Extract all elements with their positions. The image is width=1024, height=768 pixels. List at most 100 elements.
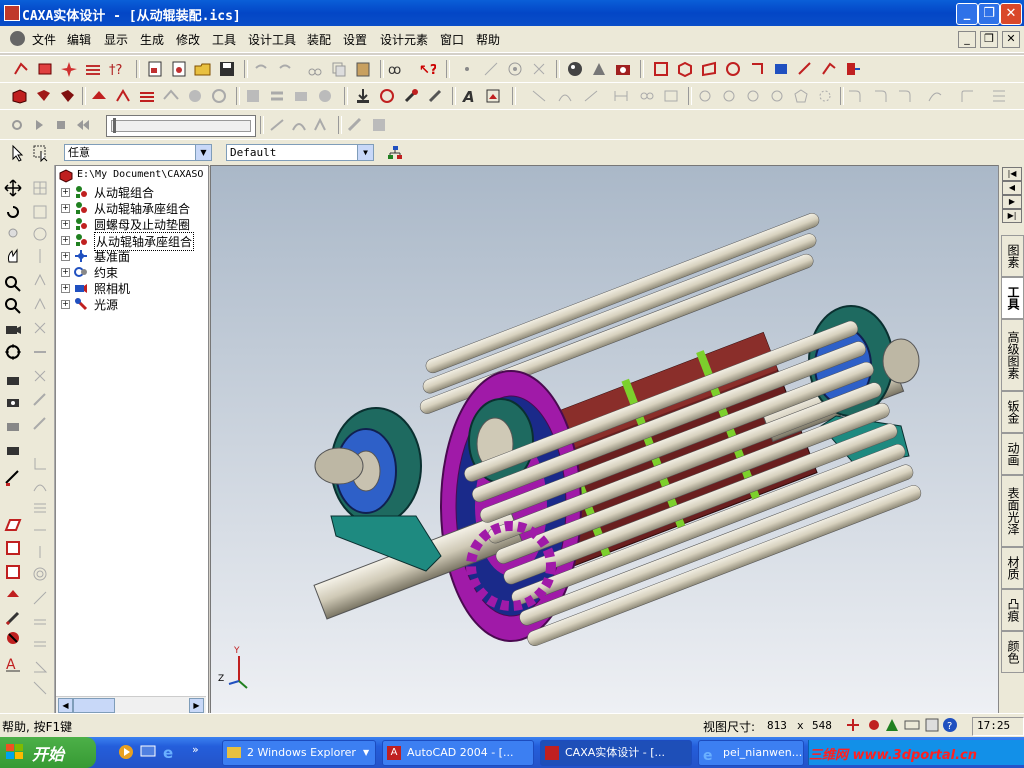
scroll-right-icon[interactable]: ▶ [189, 698, 204, 713]
menu-tools[interactable]: 工具 [212, 31, 236, 48]
anim-curve-icon[interactable] [290, 116, 308, 134]
cursor-mode-icon[interactable] [845, 717, 861, 733]
anim-key-icon[interactable] [312, 116, 330, 134]
pan-view-icon[interactable] [748, 60, 766, 78]
layers-icon[interactable] [84, 60, 102, 78]
zoom-icon[interactable] [4, 275, 22, 293]
help-icon[interactable]: ? [942, 717, 958, 733]
cross-tool-icon[interactable] [31, 319, 49, 337]
tree-branch-icon[interactable] [31, 295, 49, 313]
camera-icon[interactable] [614, 60, 632, 78]
document-icon[interactable] [10, 31, 25, 46]
text-tool-icon[interactable]: A [460, 87, 478, 105]
restore-button[interactable]: ❐ [978, 3, 1000, 25]
sketch-pencil-icon[interactable] [4, 609, 22, 627]
camera-orbit-icon[interactable] [4, 393, 22, 411]
anim-path-icon[interactable] [268, 116, 286, 134]
circle-outline-icon[interactable] [31, 225, 49, 243]
animation-slider[interactable] [106, 115, 256, 137]
tab-animation[interactable]: 动画 [1001, 433, 1024, 475]
snap-icon[interactable] [866, 717, 882, 733]
loft-icon[interactable] [90, 87, 108, 105]
angle-measure-icon[interactable] [31, 657, 49, 675]
slash-icon[interactable] [31, 589, 49, 607]
angle-icon[interactable] [31, 415, 49, 433]
selection-filter-combo[interactable]: 任意 ▼ [64, 144, 212, 161]
tree-item[interactable]: + 光源 [56, 296, 206, 312]
mdi-minimize-button[interactable]: _ [958, 31, 976, 48]
task-caxa[interactable]: CAXA实体设计 - [... [540, 740, 692, 766]
camera-walk-icon[interactable] [4, 441, 22, 459]
revolve-icon[interactable] [34, 87, 52, 105]
expand-icon[interactable]: + [61, 268, 70, 277]
play-icon[interactable] [30, 116, 48, 134]
dash-icon[interactable] [31, 521, 49, 539]
quicklaunch-media-icon[interactable] [118, 744, 134, 760]
scroll-thumb[interactable] [73, 698, 115, 713]
tree-scrollbar[interactable]: ◀ ▶ [56, 696, 206, 713]
lighting-icon[interactable] [590, 60, 608, 78]
camera-zoom-icon[interactable] [4, 417, 22, 435]
rotate-icon[interactable] [4, 203, 22, 221]
boolean-icon[interactable] [316, 87, 334, 105]
draft-icon[interactable] [186, 87, 204, 105]
branch-icon[interactable] [31, 271, 49, 289]
sketch-corner-icon[interactable] [958, 87, 976, 105]
anim-edit-icon[interactable] [346, 116, 364, 134]
mdi-restore-button[interactable]: ❐ [980, 31, 998, 48]
corner-icon[interactable] [31, 455, 49, 473]
menu-generate[interactable]: 生成 [140, 31, 164, 48]
wrench-icon[interactable] [402, 87, 420, 105]
parallel-icon[interactable] [31, 635, 49, 653]
tree-item[interactable]: + 圆螺母及止动垫圈 [56, 216, 206, 232]
expand-icon[interactable]: + [61, 300, 70, 309]
sketch-arrow-icon[interactable] [4, 585, 22, 603]
sketch-link-icon[interactable] [638, 87, 656, 105]
tab-tools[interactable]: 工具 [1001, 277, 1024, 319]
sketch-circle3-icon[interactable] [744, 87, 762, 105]
view-top-icon[interactable] [700, 60, 718, 78]
shell-icon[interactable] [162, 87, 180, 105]
tab-advanced-primitives[interactable]: 高级图素 [1001, 319, 1024, 391]
task-windows-explorer[interactable]: 2 Windows Explorer ▼ [222, 740, 376, 766]
tree-item-selected[interactable]: + 从动辊轴承座组合 [56, 232, 206, 251]
menu-file[interactable]: 文件 [32, 31, 56, 48]
tab-sheet-metal[interactable]: 钣金 [1001, 391, 1024, 433]
anim-settings-icon[interactable] [370, 116, 388, 134]
line-tool-icon[interactable] [482, 60, 500, 78]
select-pointer-icon[interactable] [8, 144, 26, 162]
minimize-button[interactable]: _ [956, 3, 978, 25]
sweep-icon[interactable] [58, 87, 76, 105]
menu-window[interactable]: 窗口 [440, 31, 464, 48]
box-icon[interactable] [31, 203, 49, 221]
target-icon[interactable] [506, 60, 524, 78]
grid-icon[interactable] [31, 179, 49, 197]
task-autocad[interactable]: A AutoCAD 2004 - [... [382, 740, 534, 766]
zoom-in-icon[interactable] [4, 297, 22, 315]
brush-icon[interactable] [426, 87, 444, 105]
pattern-icon[interactable] [244, 87, 262, 105]
menu-help[interactable]: 帮助 [476, 31, 500, 48]
render-icon[interactable] [566, 60, 584, 78]
sketch-circle-icon[interactable] [696, 87, 714, 105]
last-tab-icon[interactable]: ▶| [1002, 209, 1022, 223]
first-tab-icon[interactable]: |◀ [1002, 167, 1022, 181]
new-design-icon[interactable] [170, 60, 188, 78]
redo-icon[interactable] [276, 60, 294, 78]
find-icon[interactable]: ꝏ [388, 60, 406, 78]
insert-part-icon[interactable] [354, 87, 372, 105]
view-iso-icon[interactable] [676, 60, 694, 78]
sketch-square-icon[interactable] [4, 539, 22, 557]
expand-icon[interactable]: + [61, 236, 70, 245]
ruler-icon[interactable] [31, 391, 49, 409]
sketch-project-icon[interactable] [926, 87, 944, 105]
mirror-icon[interactable] [268, 87, 286, 105]
sketch-grid-icon[interactable] [990, 87, 1008, 105]
tree-item[interactable]: + 从动辊轴承座组合 [56, 200, 206, 216]
copy-icon[interactable] [330, 60, 348, 78]
menu-design-elements[interactable]: 设计元素 [380, 31, 428, 48]
menu-edit[interactable]: 编辑 [67, 31, 91, 48]
select-box-icon[interactable] [32, 144, 50, 162]
help-pointer-icon[interactable]: ↖? [418, 60, 436, 78]
expand-icon[interactable]: + [61, 284, 70, 293]
